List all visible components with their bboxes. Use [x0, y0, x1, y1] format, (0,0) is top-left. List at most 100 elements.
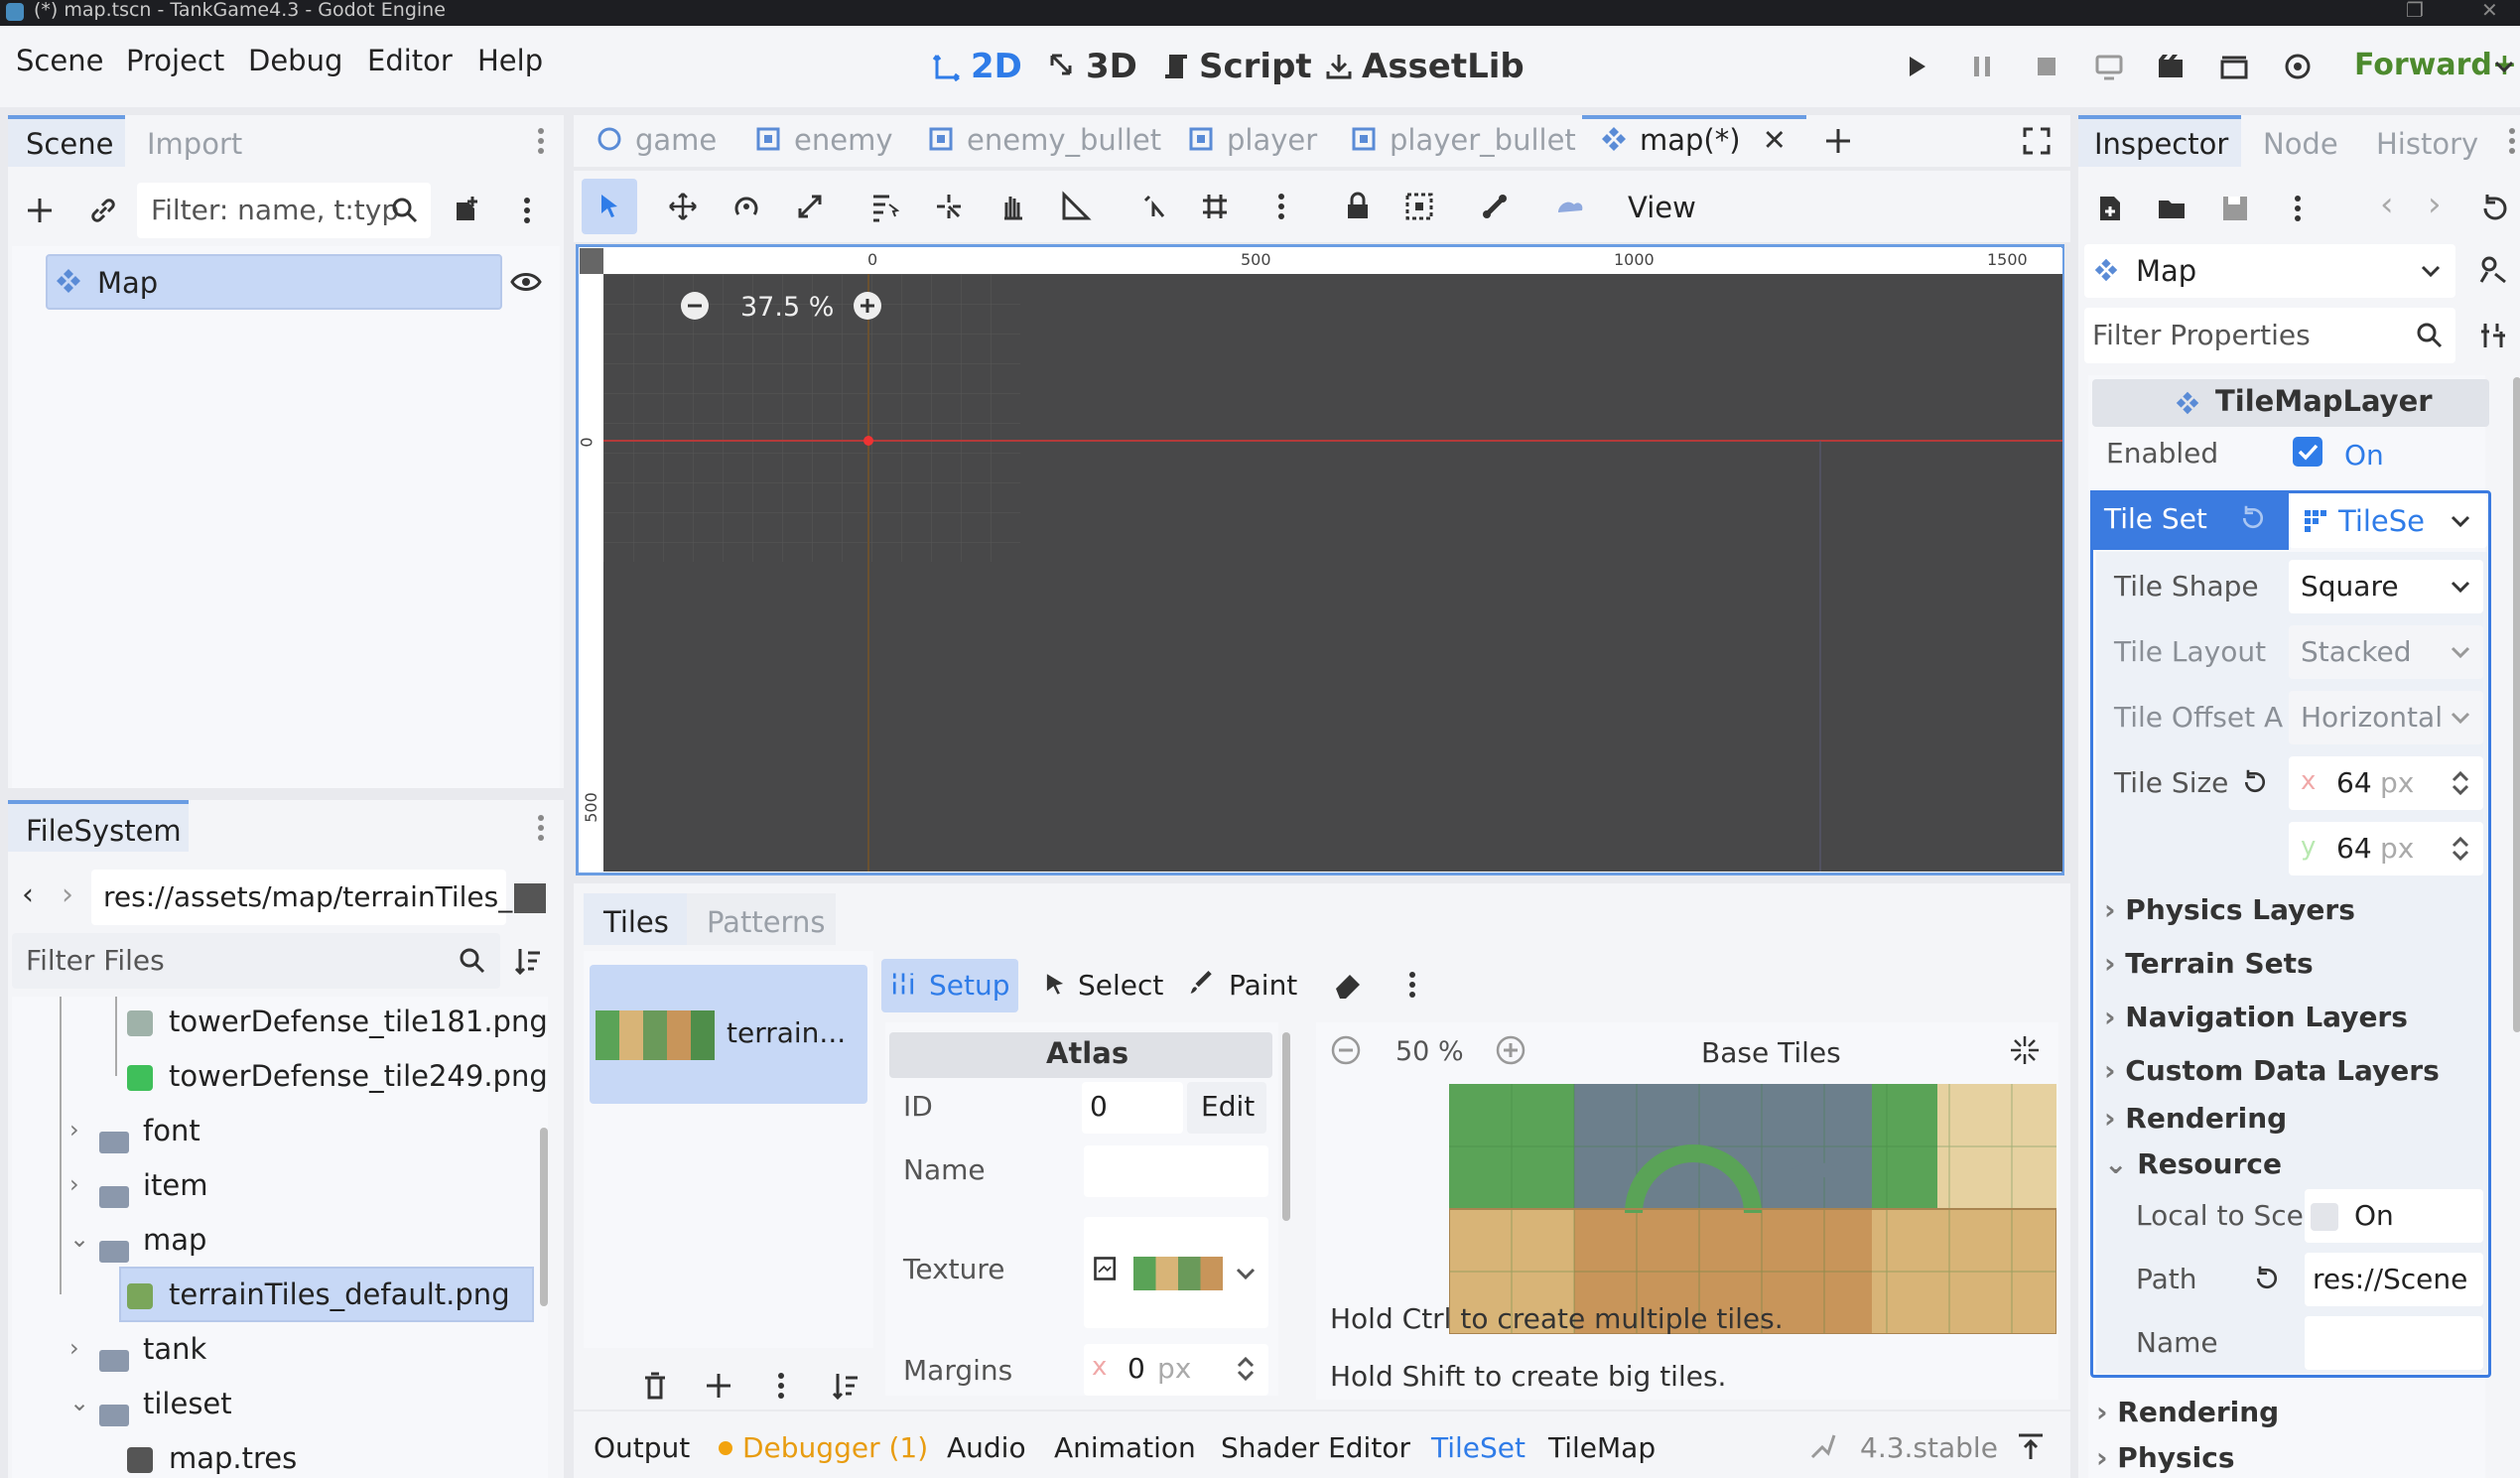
movie-maker-icon[interactable]	[2156, 52, 2186, 81]
inspector-section[interactable]: › Custom Data Layers	[2104, 1054, 2440, 1087]
workspace-assetlib-button[interactable]: AssetLib	[1324, 47, 1525, 86]
atlas-scrollbar[interactable]	[1282, 1032, 1290, 1221]
tileset-revert-icon[interactable]	[2239, 504, 2267, 532]
scene-tab[interactable]: player	[1187, 123, 1317, 157]
tile-size-revert-icon[interactable]	[2241, 768, 2269, 796]
paint-mode-button[interactable]: Paint	[1185, 959, 1304, 1012]
link-icon[interactable]	[87, 195, 119, 226]
object-history-icon[interactable]	[2479, 193, 2511, 224]
visibility-eye-icon[interactable]	[510, 266, 542, 298]
zoom-level[interactable]: 37.5 %	[740, 292, 834, 323]
menu-debug[interactable]: Debug	[248, 44, 342, 77]
bottom-tab-output[interactable]: Output	[594, 1431, 690, 1464]
inspector-section[interactable]: › Rendering	[2096, 1396, 2279, 1428]
snap-options-icon[interactable]	[1274, 191, 1288, 222]
tab-patterns[interactable]: Patterns	[707, 905, 825, 939]
history-forward-icon[interactable]: ›	[2428, 185, 2442, 224]
bottom-tab-debugger[interactable]: Debugger (1)	[742, 1431, 928, 1464]
menu-scene[interactable]: Scene	[16, 44, 103, 77]
fs-folder-item[interactable]: ⌄ map	[0, 1223, 206, 1263]
expand-chevron-icon[interactable]: ⌄	[69, 1225, 89, 1253]
save-icon[interactable]	[2219, 193, 2251, 224]
scene-tab[interactable]: game	[596, 123, 717, 157]
atlas-zoom-level[interactable]: 50 %	[1395, 1036, 1464, 1067]
tile-size-y-field[interactable]: y 64 px	[2289, 822, 2483, 875]
open-folder-icon[interactable]	[2156, 193, 2188, 224]
fs-folder-item[interactable]: › tank	[0, 1332, 206, 1372]
select-tool-icon[interactable]	[594, 191, 625, 222]
inspector-dock-menu-icon[interactable]	[2505, 125, 2519, 157]
expand-chevron-icon[interactable]: ›	[69, 1116, 79, 1143]
expand-chevron-icon[interactable]: ⌄	[69, 1389, 89, 1416]
enabled-checkbox[interactable]	[2293, 437, 2322, 467]
ruler-tool-icon[interactable]	[1060, 191, 1092, 222]
dock-menu-icon[interactable]	[534, 125, 548, 157]
bottom-tab-tileset[interactable]: TileSet	[1431, 1431, 1525, 1464]
atlas-id-field[interactable]: 0	[1082, 1082, 1183, 1134]
instance-scene-icon[interactable]	[451, 195, 482, 226]
view-menu[interactable]: View	[1628, 191, 1696, 224]
delete-source-icon[interactable]	[639, 1370, 671, 1402]
eraser-icon[interactable]	[1332, 969, 1364, 1001]
stop-icon[interactable]	[2032, 52, 2061, 81]
tileset-options-icon[interactable]	[1405, 969, 1419, 1001]
resource-name-field[interactable]	[2305, 1316, 2483, 1370]
scene-tab[interactable]: map(*) ✕	[1600, 123, 1787, 157]
camera-override-icon[interactable]	[1554, 191, 1586, 222]
menu-help[interactable]: Help	[477, 44, 543, 77]
scale-tool-icon[interactable]	[794, 191, 826, 222]
scene-tab[interactable]: enemy_bullet	[927, 123, 1161, 157]
fs-scrollbar[interactable]	[540, 1128, 548, 1306]
bottom-tab-tilemap[interactable]: TileMap	[1548, 1431, 1656, 1464]
tile-size-y-spin-icon[interactable]	[2448, 836, 2473, 862]
inspector-section[interactable]: › Physics	[2096, 1441, 2235, 1474]
inspector-section[interactable]: › Rendering	[2104, 1102, 2287, 1135]
clapperboard-icon[interactable]	[2219, 52, 2249, 81]
scene-tab[interactable]: enemy	[754, 123, 892, 157]
menu-editor[interactable]: Editor	[367, 44, 453, 77]
inspector-section[interactable]: › Physics Layers	[2104, 893, 2355, 926]
remote-debug-icon[interactable]	[2094, 52, 2124, 81]
atlas-name-field[interactable]	[1084, 1145, 1268, 1197]
path-field[interactable]: res://Scene	[2305, 1253, 2483, 1306]
fs-folder-item[interactable]: › font	[0, 1114, 200, 1153]
pause-icon[interactable]	[1967, 52, 1997, 81]
atlas-edit-button[interactable]: Edit	[1187, 1082, 1266, 1134]
lock-icon[interactable]	[1342, 191, 1374, 222]
object-selector[interactable]: Map	[2084, 244, 2455, 298]
fs-filter-input[interactable]: Filter Files	[12, 933, 500, 989]
restore-window-icon[interactable]: ❐	[2406, 0, 2424, 22]
workspace-script-button[interactable]: Script	[1161, 47, 1312, 86]
center-view-icon[interactable]	[2009, 1034, 2041, 1066]
tileset-resource-picker[interactable]: TileSe	[2289, 494, 2487, 548]
split-view-icon[interactable]	[514, 883, 546, 913]
select-mode-button[interactable]: Select	[1038, 959, 1163, 1012]
workspace-3d-button[interactable]: 3D	[1048, 47, 1137, 86]
renderer-chevron-down-icon[interactable]	[2491, 54, 2517, 79]
tab-tiles[interactable]: Tiles	[603, 905, 669, 939]
fs-folder-item[interactable]: › item	[0, 1168, 208, 1208]
atlas-zoom-out-icon[interactable]	[1330, 1034, 1362, 1066]
update-spinner-icon[interactable]	[1806, 1431, 1838, 1463]
tile-size-x-field[interactable]: x 64 px	[2289, 756, 2483, 810]
add-node-icon[interactable]	[24, 195, 56, 226]
distraction-free-icon[interactable]	[2021, 125, 2053, 157]
rotate-tool-icon[interactable]	[730, 191, 762, 222]
tab-inspector[interactable]: Inspector	[2094, 127, 2228, 161]
close-window-icon[interactable]: ✕	[2481, 0, 2498, 22]
history-back-icon[interactable]: ‹	[2380, 185, 2394, 224]
atlas-zoom-in-icon[interactable]	[1495, 1034, 1526, 1066]
smart-snap-icon[interactable]	[1139, 191, 1171, 222]
inspector-tools-icon[interactable]	[2477, 320, 2509, 351]
engine-version[interactable]: 4.3.stable	[1860, 1431, 1998, 1464]
inspector-scrollbar[interactable]	[2513, 377, 2520, 1032]
add-source-icon[interactable]	[703, 1370, 734, 1402]
object-properties-icon[interactable]	[2477, 254, 2509, 286]
scene-options-icon[interactable]	[520, 195, 534, 226]
bottom-tab-shader-editor[interactable]: Shader Editor	[1221, 1431, 1410, 1464]
tab-node[interactable]: Node	[2263, 127, 2338, 161]
setup-mode-button[interactable]: Setup	[881, 959, 1018, 1012]
bottom-tab-audio[interactable]: Audio	[947, 1431, 1026, 1464]
tab-history[interactable]: History	[2376, 127, 2478, 161]
source-options-icon[interactable]	[774, 1370, 788, 1402]
